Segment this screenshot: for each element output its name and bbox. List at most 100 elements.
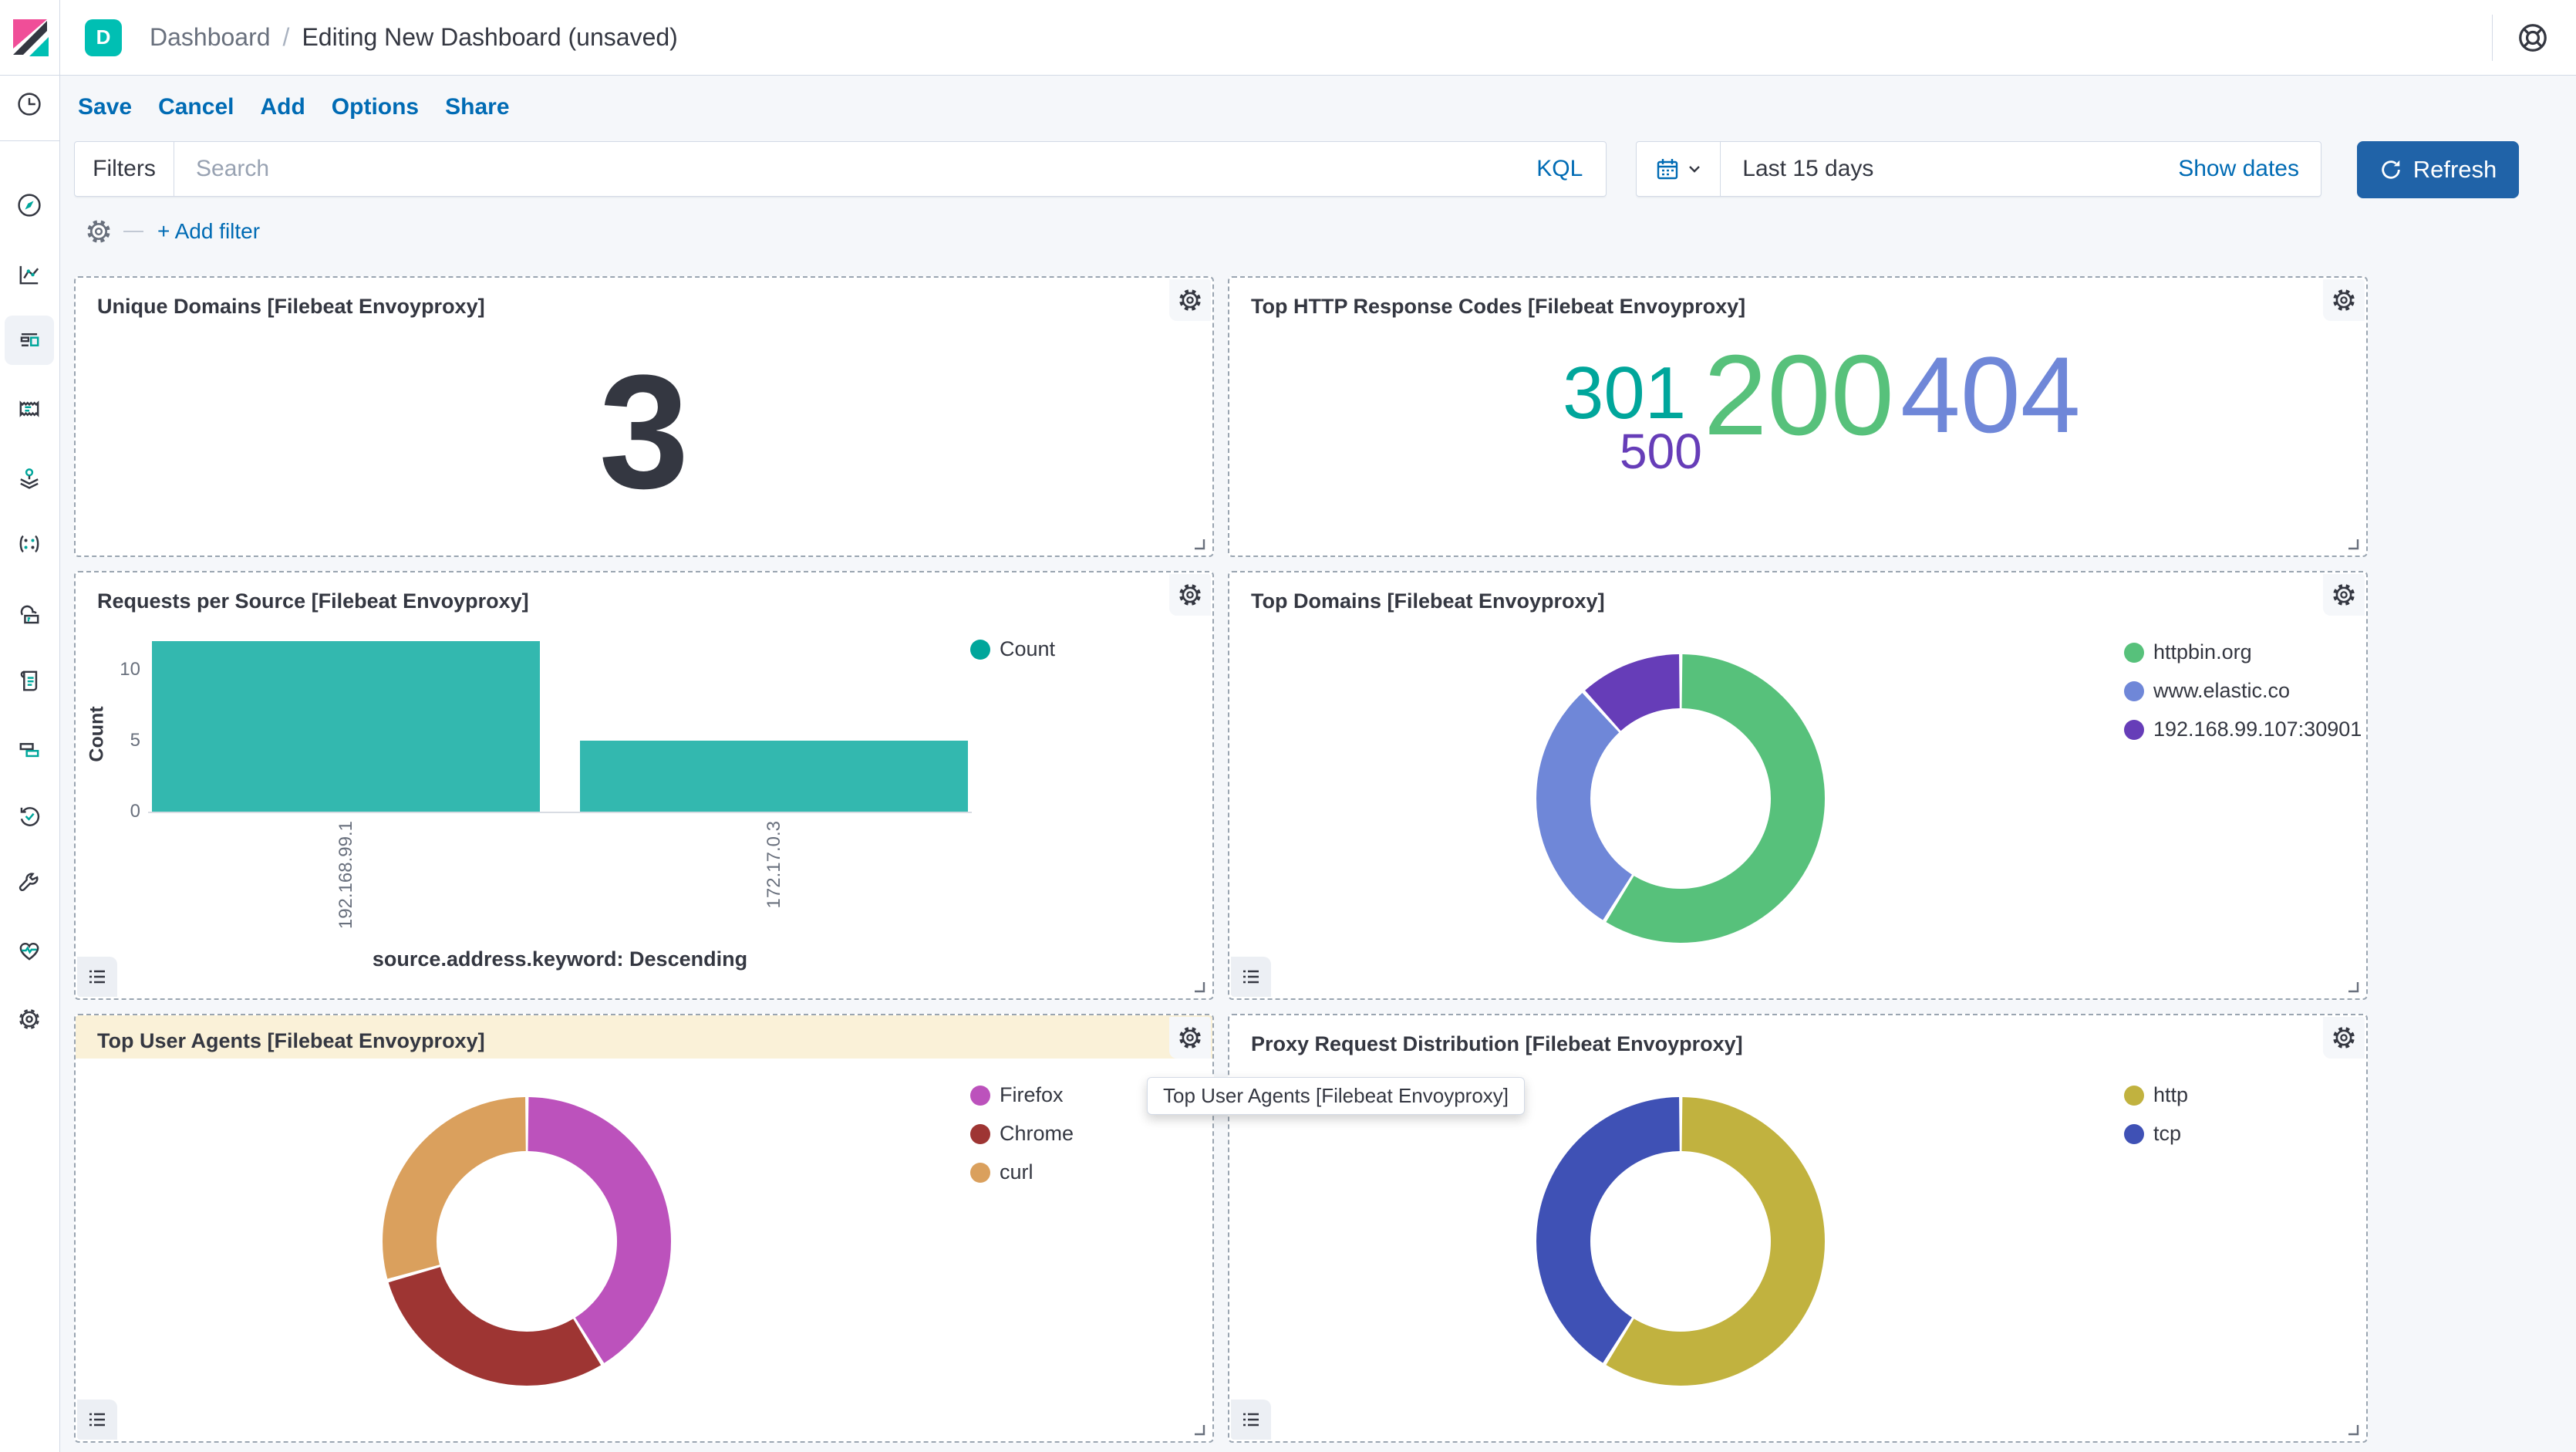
header-divider [2492,15,2493,61]
refresh-icon [2379,158,2402,181]
legend-dot [970,1163,990,1183]
breadcrumb: Dashboard / Editing New Dashboard (unsav… [150,23,678,52]
dev-tools-icon [15,869,44,898]
canvas-icon [15,394,44,424]
kibana-logo-icon [8,16,52,59]
legend-item-192-168-99-107-30901[interactable]: 192.168.99.107:30901 [2124,718,2362,741]
sidebar-item-discover[interactable] [5,181,54,230]
sidebar-item-dashboard[interactable] [5,316,54,365]
legend-toggle-button[interactable] [77,1400,117,1440]
tag-word-404[interactable]: 404 [1900,341,2081,449]
sidebar-item-logs[interactable] [5,656,54,705]
tag-word-500[interactable]: 500 [1620,427,1702,476]
panel-resize-handle[interactable] [1192,1423,1206,1437]
help-button[interactable] [2514,19,2551,56]
panel-options-button[interactable] [2323,279,2365,321]
panel-resize-handle[interactable] [1192,980,1206,994]
sidebar-item-uptime[interactable] [5,792,54,841]
panel-resize-handle[interactable] [2346,1423,2360,1437]
panel-resize-handle[interactable] [2346,537,2360,551]
chart-legend: httpbin.org www.elastic.co 192.168.99.107:… [2124,640,2362,741]
legend-item-chrome[interactable]: Chrome [970,1122,1074,1146]
breadcrumb-dashboard[interactable]: Dashboard [150,23,271,52]
menu-options-button[interactable]: Options [332,94,419,120]
sidebar-item-stack-monitoring[interactable] [5,926,54,975]
bar-chart-visualization: 0510Count192.168.99.1172.17.0.3source.ad… [76,572,1212,998]
legend-item-http[interactable]: http [2124,1083,2188,1107]
filters-button[interactable]: Filters [75,142,174,196]
filter-options-gear-button[interactable] [85,218,113,245]
time-range-value[interactable]: Last 15 days [1721,156,1873,182]
metric-visualization: 3 [76,278,1212,555]
sidebar-item-machine-learning[interactable] [5,519,54,569]
legend-item-tcp[interactable]: tcp [2124,1122,2188,1146]
panel-options-button[interactable] [2323,1017,2365,1059]
legend-label: www.elastic.co [2153,679,2290,703]
legend-toggle-button[interactable] [77,957,117,997]
legend-label: Chrome [1000,1122,1074,1146]
bar-192.168.99.1[interactable] [152,641,540,812]
tag-word-200[interactable]: 200 [1704,339,1894,453]
gear-icon [1177,287,1203,313]
time-picker-calendar-button[interactable] [1637,142,1721,196]
sidebar-item-recent[interactable] [5,79,54,129]
apm-icon [15,734,44,764]
sidebar-item-apm[interactable] [5,724,54,774]
menu-cancel-button[interactable]: Cancel [158,94,234,120]
legend-dot [970,1086,990,1106]
legend-item-httpbin-org[interactable]: httpbin.org [2124,640,2362,664]
resize-corner-icon [1192,1423,1206,1437]
chart-legend: http tcp [2124,1083,2188,1146]
donut-chart-visualization: httpbin.org www.elastic.co 192.168.99.107:… [1229,572,2366,998]
legend-item-www-elastic-co[interactable]: www.elastic.co [2124,679,2362,703]
legend-item-firefox[interactable]: Firefox [970,1083,1074,1107]
x-tick-label: 172.17.0.3 [764,821,785,908]
tag-word-301[interactable]: 301 [1563,356,1686,431]
sidebar-item-dev-tools[interactable] [5,859,54,908]
legend-toggle-button[interactable] [1231,1400,1271,1440]
panel-response-codes: Top HTTP Response Codes [Filebeat Envoyp… [1228,276,2368,557]
legend-label: Count [1000,637,1055,661]
sidebar-item-visualize[interactable] [5,250,54,299]
menu-save-button[interactable]: Save [78,94,132,120]
search-input[interactable] [174,156,1513,182]
sidebar-divider [0,140,59,141]
resize-corner-icon [1192,537,1206,551]
help-lifering-icon [2515,20,2551,56]
kql-switch[interactable]: KQL [1513,156,1606,182]
sidebar-item-metrics[interactable] [5,590,54,640]
donut-chart-visualization: Firefox Chrome curl [76,1015,1212,1441]
kibana-logo-zone[interactable] [0,0,60,75]
sidebar-item-maps[interactable] [5,453,54,502]
legend-dot [2124,1086,2144,1106]
gear-icon [2331,582,2357,608]
panel-top-domains: Top Domains [Filebeat Envoyproxy] httpbi… [1228,571,2368,1000]
panel-options-button[interactable] [1169,574,1211,616]
panel-resize-handle[interactable] [2346,980,2360,994]
legend-item-count[interactable]: Count [970,637,1055,661]
panel-resize-handle[interactable] [1192,537,1206,551]
sidebar-item-management[interactable] [5,994,54,1044]
show-dates-button[interactable]: Show dates [2178,156,2321,182]
metric-value: 3 [76,324,1212,540]
legend-toggle-button[interactable] [1231,957,1271,997]
panel-options-button[interactable] [2323,574,2365,616]
y-tick-label: 0 [94,801,140,822]
panel-options-button[interactable] [1169,279,1211,321]
menu-add-button[interactable]: Add [260,94,305,120]
dashboard-edit-toolbar: Save Cancel Add Options Share [59,75,2576,140]
legend-item-curl[interactable]: curl [970,1160,1074,1184]
time-picker: Last 15 days Show dates [1636,141,2321,197]
machine-learning-icon [15,529,44,559]
menu-share-button[interactable]: Share [445,94,509,120]
space-avatar[interactable]: D [85,19,122,56]
maps-icon [15,463,44,492]
add-filter-button[interactable]: + Add filter [157,219,260,244]
refresh-button[interactable]: Refresh [2357,141,2519,198]
bar-172.17.0.3[interactable] [580,741,968,812]
panel-options-button[interactable] [1169,1017,1211,1059]
refresh-label: Refresh [2413,156,2497,184]
gear-icon [2331,287,2357,313]
donut-chart [376,1091,677,1392]
sidebar-item-canvas[interactable] [5,384,54,434]
